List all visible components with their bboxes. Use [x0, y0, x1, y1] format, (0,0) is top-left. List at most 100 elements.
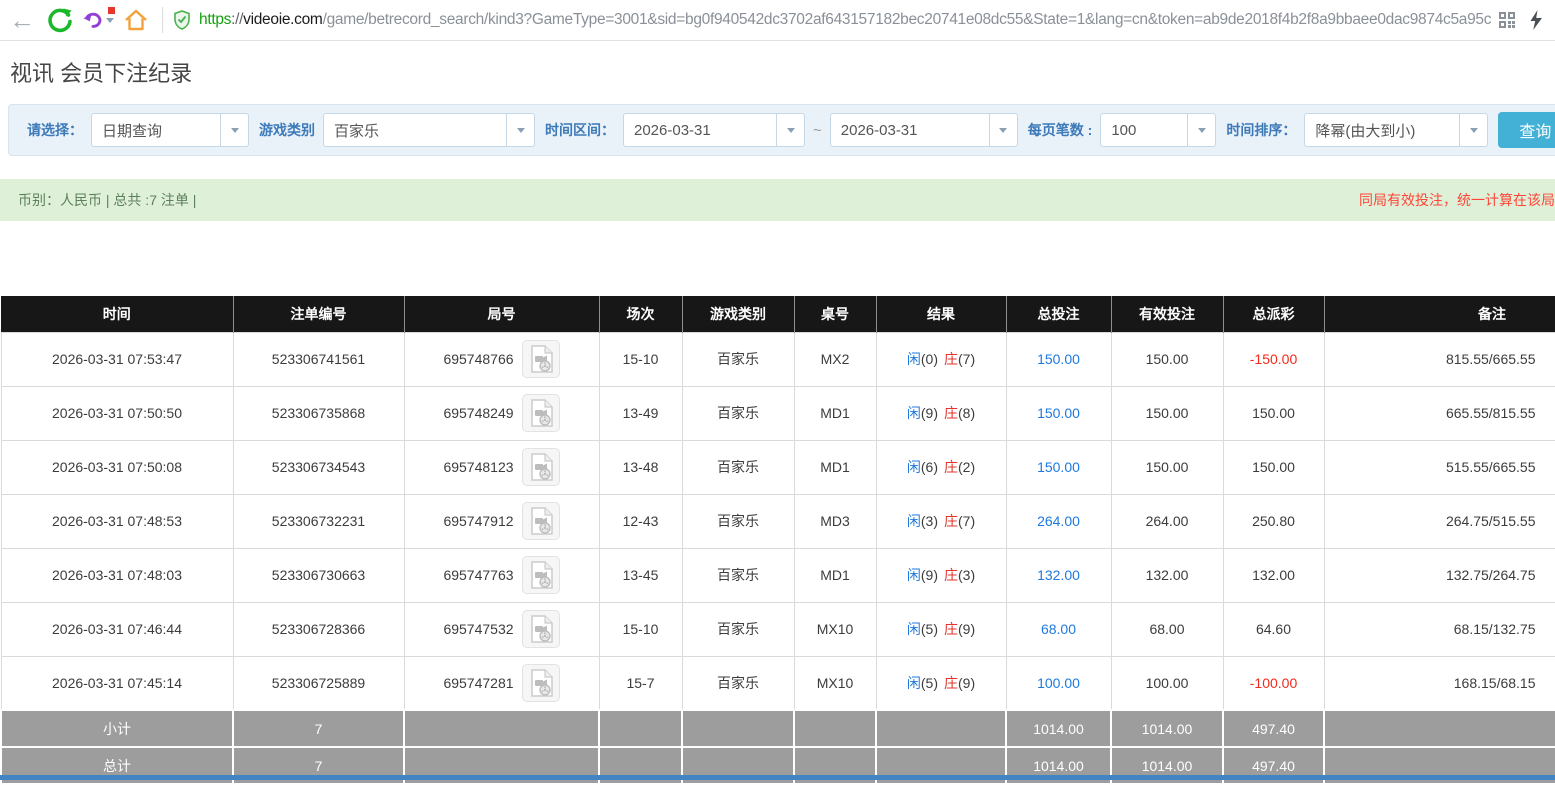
cell-game: 百家乐 — [681, 655, 795, 711]
video-replay-icon — [530, 561, 553, 589]
date-range-separator: ~ — [813, 121, 822, 139]
address-bar[interactable]: https://videoie.com/game/betrecord_searc… — [173, 0, 1547, 40]
notification-dot — [108, 7, 115, 14]
sort-arrow[interactable] — [1459, 114, 1487, 146]
video-replay-button[interactable] — [521, 556, 560, 594]
bet-record-row: 2026-03-31 07:50:08 523306734543 695748123… — [0, 439, 1555, 495]
security-shield-icon[interactable] — [173, 10, 191, 30]
player-result-score: (6) — [920, 459, 938, 475]
banker-result-score: (8) — [958, 405, 976, 421]
date-from-select[interactable]: 2026-03-31 — [623, 113, 805, 147]
game-type-arrow[interactable] — [506, 114, 534, 146]
video-replay-button[interactable] — [521, 502, 560, 540]
cell-valid-bet: 150.00 — [1110, 439, 1224, 495]
banker-result-label: 庄 — [944, 621, 958, 637]
date-to-arrow[interactable] — [988, 114, 1017, 146]
player-result-score: (9) — [920, 405, 938, 421]
banker-result-score: (9) — [958, 621, 976, 637]
cell-result: 闲(9) 庄(8) — [875, 385, 1007, 441]
lightning-bolt-icon[interactable] — [1529, 9, 1543, 31]
page-title: 视讯 会员下注纪录 — [10, 61, 193, 86]
cell-remark: 168.15/68.15 — [1323, 655, 1555, 711]
home-button[interactable] — [120, 4, 152, 36]
cell-round: 695748766 — [403, 331, 600, 387]
totals-payout: 497.40 — [1222, 709, 1325, 748]
cell-time: 2026-03-31 07:46:44 — [0, 601, 234, 657]
search-button[interactable]: 查询 — [1498, 112, 1555, 148]
sort-group: 时间排序： 降幂(由大到小) — [1226, 113, 1489, 147]
cell-time: 2026-03-31 07:48:03 — [0, 547, 234, 603]
video-replay-button[interactable] — [521, 448, 560, 486]
cell-time: 2026-03-31 07:50:50 — [0, 385, 234, 441]
player-result-label: 闲 — [906, 405, 921, 421]
page-size-select[interactable]: 100 — [1100, 113, 1217, 147]
cell-total-bet: 150.00 — [1005, 385, 1112, 441]
cell-table-code: MX2 — [793, 331, 877, 387]
round-id: 695748123 — [443, 459, 514, 475]
summary-bar: 币别：人民币 | 总共 :7 注单 | 同局有效投注，统一计算在该局第 — [0, 179, 1555, 221]
banker-result-label: 庄 — [944, 405, 958, 421]
browser-toolbar: ← https://videoie.com/game/betrecord_sea… — [0, 0, 1555, 41]
cell-total-bet: 132.00 — [1005, 547, 1112, 603]
cell-payout: -150.00 — [1222, 331, 1325, 387]
date-to-select[interactable]: 2026-03-31 — [829, 113, 1018, 147]
cell-session: 13-45 — [598, 547, 683, 603]
column-header: 总派彩 — [1223, 296, 1325, 332]
url-path: /game/betrecord_search/kind3?GameType=30… — [322, 11, 1491, 28]
cell-remark: 68.15/132.75 — [1323, 601, 1555, 657]
player-result-score: (3) — [920, 513, 938, 529]
video-replay-button[interactable] — [521, 663, 560, 702]
query-type-select[interactable]: 日期查询 — [91, 113, 249, 147]
video-replay-button[interactable] — [521, 340, 560, 378]
page-size-arrow[interactable] — [1187, 114, 1215, 146]
game-type-value: 百家乐 — [334, 122, 380, 140]
cell-time: 2026-03-31 07:48:53 — [0, 493, 234, 549]
cell-total-bet: 264.00 — [1005, 493, 1112, 549]
back-button[interactable]: ← — [6, 4, 38, 36]
cell-valid-bet: 68.00 — [1110, 601, 1224, 657]
page-size-group: 每页笔数 : 100 — [1028, 113, 1217, 147]
query-type-arrow[interactable] — [220, 114, 248, 146]
query-type-label: 请选择： — [27, 122, 83, 138]
cell-time: 2026-03-31 07:45:14 — [0, 655, 234, 711]
cell-remark: 815.55/665.55 — [1323, 331, 1555, 387]
qr-code-icon[interactable] — [1499, 12, 1515, 28]
game-type-select[interactable]: 百家乐 — [323, 113, 535, 147]
cell-payout: 150.00 — [1222, 385, 1325, 441]
cell-payout: 250.80 — [1222, 493, 1325, 549]
totals-empty-cell — [681, 709, 795, 748]
round-id: 695747763 — [443, 567, 514, 583]
game-type-label: 游戏类别 — [259, 122, 315, 138]
caret-down-icon — [999, 127, 1008, 133]
cell-bet-id: 523306734543 — [232, 439, 405, 495]
cell-table-code: MX10 — [793, 655, 877, 711]
round-id: 695748766 — [443, 351, 514, 367]
back-arrow-icon: ← — [9, 5, 35, 35]
cell-table-code: MX10 — [793, 601, 877, 657]
filter-bar: 请选择： 日期查询 游戏类别 百家乐 时间区间： 2026-03-31 ~ 20… — [8, 104, 1555, 156]
round-id: 695748249 — [443, 405, 514, 421]
cell-result: 闲(6) 庄(2) — [875, 439, 1007, 495]
undo-dropdown-caret-icon[interactable] — [106, 17, 114, 23]
video-replay-button[interactable] — [521, 394, 560, 432]
banker-result-score: (9) — [958, 674, 976, 691]
refresh-button[interactable] — [44, 4, 76, 36]
game-type-group: 游戏类别 百家乐 — [259, 113, 535, 147]
undo-button[interactable] — [82, 4, 115, 36]
video-replay-button[interactable] — [521, 610, 560, 648]
page-size-label: 每页笔数 : — [1027, 122, 1093, 138]
undo-icon — [83, 12, 102, 28]
round-id: 695747912 — [443, 513, 514, 529]
bet-record-row: 2026-03-31 07:46:44 523306728366 695747532… — [0, 601, 1555, 657]
url-separator: :// — [231, 11, 244, 28]
cell-total-bet: 68.00 — [1005, 601, 1112, 657]
cell-game: 百家乐 — [681, 547, 795, 603]
currency-total-text: 币别：人民币 | 总共 :7 注单 | — [18, 192, 197, 208]
date-from-arrow[interactable] — [776, 114, 804, 146]
sort-select[interactable]: 降幂(由大到小) — [1304, 113, 1489, 147]
url-text[interactable]: https://videoie.com/game/betrecord_searc… — [199, 11, 1491, 29]
player-result-score: (5) — [920, 621, 938, 637]
banker-result-label: 庄 — [944, 567, 958, 583]
player-result-label: 闲 — [906, 351, 921, 367]
cell-valid-bet: 150.00 — [1110, 385, 1224, 441]
